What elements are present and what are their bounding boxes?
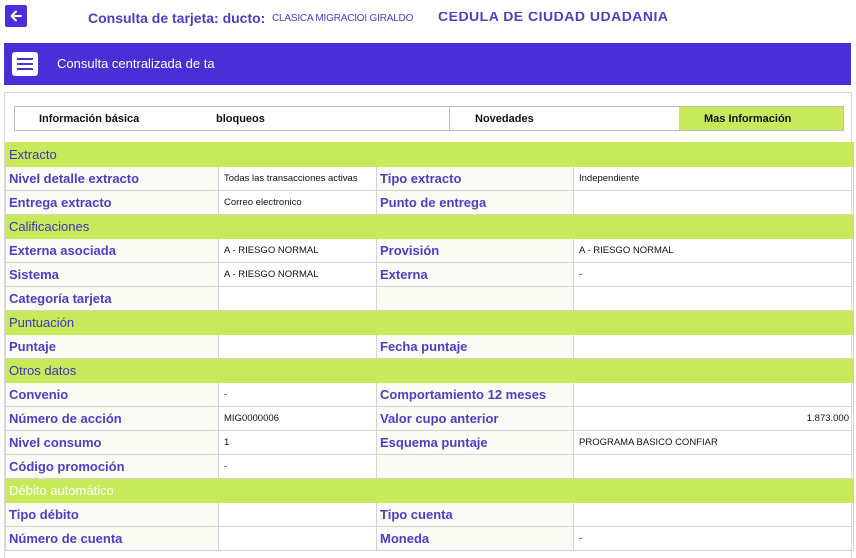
page-title: Consulta centralizada de ta (57, 56, 215, 71)
card-query-title: Consulta de tarjeta: ducto: (88, 10, 266, 26)
field-value: A - RIESGO NORMAL (573, 238, 854, 263)
table-row: Categoría tarjeta (5, 286, 854, 311)
field-label: Esquema puntaje (376, 430, 574, 455)
field-label: Valor cupo anterior (376, 406, 574, 431)
field-label: Entrega extracto (5, 190, 219, 215)
field-label: Tipo extracto (376, 166, 574, 191)
back-button[interactable] (5, 5, 27, 27)
field-value (573, 334, 854, 359)
header-banner: Consulta centralizada de ta (4, 43, 851, 85)
field-label: Punto de entrega (376, 190, 574, 215)
field-value: 1 (218, 430, 377, 455)
tab-basic-label: Información básica (39, 112, 140, 125)
field-label: Categoría tarjeta (5, 286, 219, 311)
field-label: Externa (376, 262, 574, 287)
field-value (573, 190, 854, 215)
tab-bar: Información básica bloqueos Novedades Ma… (14, 106, 844, 131)
field-label: Número de acción (5, 406, 219, 431)
field-label: Puntaje (5, 334, 219, 359)
field-value: - (573, 262, 854, 287)
table-row: Número de acción MIG0000006 Valor cupo a… (5, 406, 854, 431)
section-title: Calificaciones (5, 214, 854, 239)
table-row: Código promoción - (5, 454, 854, 479)
table-row: Entrega extracto Correo electronico Punt… (5, 190, 854, 215)
section-puntuacion: Puntuación (5, 310, 854, 335)
section-title: Otros datos (5, 358, 854, 383)
field-value: - (573, 526, 854, 551)
product-name: CLASICA MIGRACIOI GIRALDO (272, 13, 414, 24)
field-value: A - RIESGO NORMAL (218, 262, 377, 287)
details-table: Extracto Nivel detalle extracto Todas la… (5, 142, 854, 551)
table-row: Nivel consumo 1 Esquema puntaje PROGRAMA… (5, 430, 854, 455)
field-label: Tipo cuenta (376, 502, 574, 527)
field-label: Tipo débito (5, 502, 219, 527)
table-row: Convenio - Comportamiento 12 meses (5, 382, 854, 407)
field-label: Sistema (5, 262, 219, 287)
field-label: Comportamiento 12 meses (376, 382, 574, 407)
table-row: Nivel detalle extracto Todas las transac… (5, 166, 854, 191)
field-label: Número de cuenta (5, 526, 219, 551)
document-type: CEDULA DE CIUDAD UDADANIA (438, 8, 669, 24)
table-row: Sistema A - RIESGO NORMAL Externa - (5, 262, 854, 287)
field-value (218, 502, 377, 527)
card-list-icon (12, 52, 38, 76)
field-label: Nivel consumo (5, 430, 219, 455)
field-value: Independiente (573, 166, 854, 191)
table-row: Externa asociada A - RIESGO NORMAL Provi… (5, 238, 854, 263)
tab-bloqueos[interactable]: bloqueos (216, 113, 265, 125)
field-value (218, 286, 377, 311)
tab-novedades[interactable]: Novedades (449, 107, 679, 130)
section-title: Débito automático (5, 478, 854, 503)
empty-cell (376, 286, 574, 311)
field-value: A - RIESGO NORMAL (218, 238, 377, 263)
arrow-left-icon (10, 10, 22, 22)
field-label: Convenio (5, 382, 219, 407)
field-value: Correo electronico (218, 190, 377, 215)
tab-informacion-basica[interactable]: Información básica bloqueos (15, 107, 449, 130)
top-bar: Consulta de tarjeta: ducto: CLASICA MIGR… (0, 0, 856, 38)
section-extracto: Extracto (5, 142, 854, 167)
field-value: - (218, 454, 377, 479)
field-value: 1.873.000 (573, 406, 854, 431)
table-row: Número de cuenta Moneda - (5, 526, 854, 551)
field-value (218, 526, 377, 551)
table-row: Tipo débito Tipo cuenta (5, 502, 854, 527)
field-value (573, 502, 854, 527)
section-title: Extracto (5, 142, 854, 167)
section-otros-datos: Otros datos (5, 358, 854, 383)
field-value (218, 334, 377, 359)
field-label: Provisión (376, 238, 574, 263)
section-calificaciones: Calificaciones (5, 214, 854, 239)
empty-cell (376, 454, 574, 479)
field-label: Nivel detalle extracto (5, 166, 219, 191)
field-label: Fecha puntaje (376, 334, 574, 359)
table-row: Puntaje Fecha puntaje (5, 334, 854, 359)
field-value: - (218, 382, 377, 407)
field-label: Código promoción (5, 454, 219, 479)
info-panel: Información básica bloqueos Novedades Ma… (4, 92, 854, 558)
field-value: MIG0000006 (218, 406, 377, 431)
empty-cell (573, 454, 854, 479)
field-label: Externa asociada (5, 238, 219, 263)
field-label: Moneda (376, 526, 574, 551)
empty-cell (573, 286, 854, 311)
field-value: PROGRAMA BASICO CONFIAR (573, 430, 854, 455)
field-value (573, 382, 854, 407)
section-debito-automatico: Débito automático (5, 478, 854, 503)
tab-mas-informacion[interactable]: Mas Información (679, 107, 843, 130)
section-title: Puntuación (5, 310, 854, 335)
field-value: Todas las transacciones activas (218, 166, 377, 191)
